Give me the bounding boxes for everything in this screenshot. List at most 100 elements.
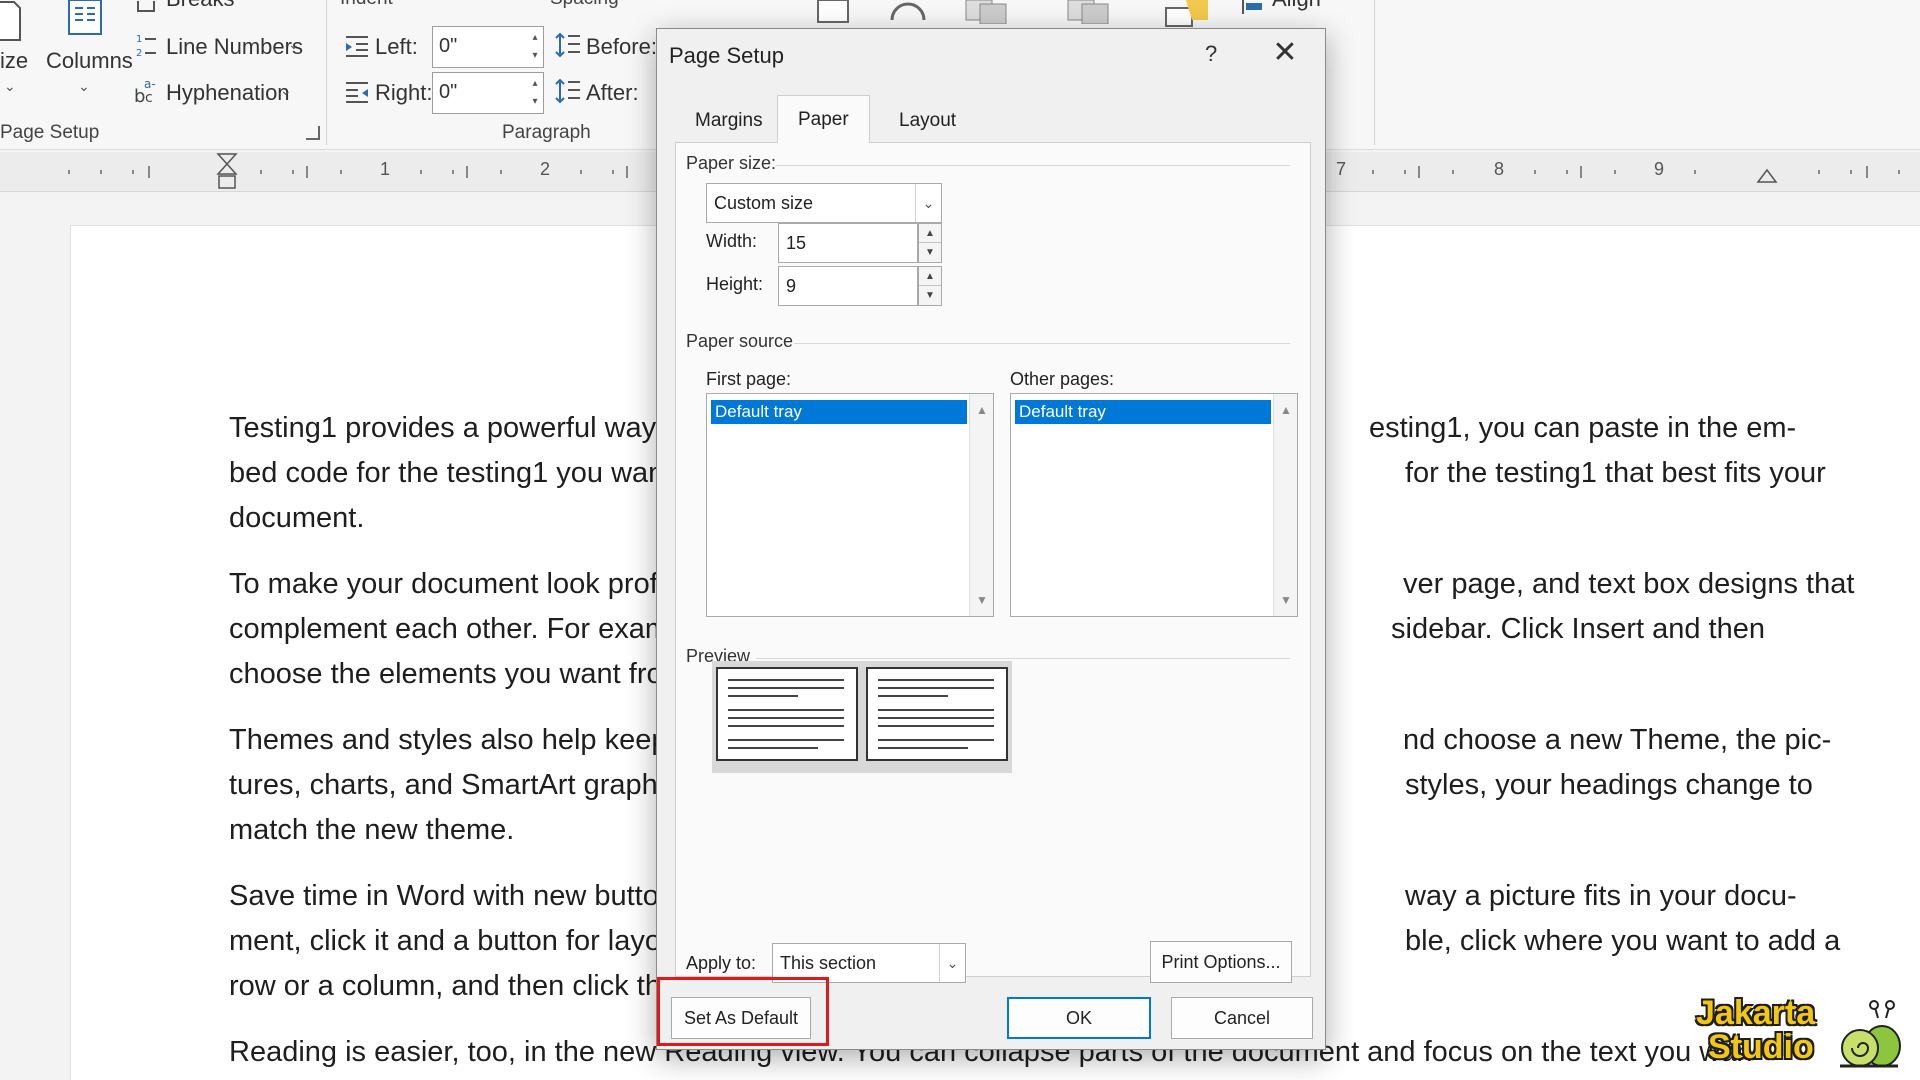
page-setup-dialog[interactable]: Page Setup ? ✕ Margins Paper Layout Pape…: [656, 28, 1326, 1050]
line-numbers-icon: 12: [136, 32, 158, 65]
indent-right-icon: [344, 80, 370, 109]
right-indent-marker-icon[interactable]: [1756, 168, 1778, 189]
chevron-down-icon[interactable]: ⌄: [915, 184, 941, 222]
line-numbers-button[interactable]: Line Numbers: [166, 34, 303, 60]
dialog-tabs: Margins Paper Layout: [675, 95, 1311, 144]
preview-line: [728, 725, 844, 727]
indent-right-spinner[interactable]: ▴ ▾: [528, 75, 542, 111]
ruler-tick: [1566, 170, 1568, 174]
chevron-down-icon[interactable]: ⌄: [939, 944, 965, 982]
ruler-number: 8: [1494, 159, 1505, 179]
paper-size-select[interactable]: Custom size ⌄: [706, 183, 942, 223]
preview-line: [728, 739, 844, 741]
ruler-number: 9: [1654, 159, 1665, 179]
height-label: Height:: [706, 274, 764, 294]
scroll-up-icon[interactable]: ▲: [1274, 398, 1298, 422]
spacing-before-icon: [555, 32, 581, 65]
ruler-number: 2: [540, 159, 551, 179]
indent-left-label: Left:: [375, 34, 418, 59]
indent-left-icon: [344, 34, 370, 63]
preview-line: [878, 725, 994, 727]
first-page-list[interactable]: Default tray ▲ ▼: [706, 393, 994, 617]
scroll-down-icon[interactable]: ▼: [1274, 588, 1298, 612]
width-stepper[interactable]: ▲ ▼: [918, 223, 942, 263]
size-icon[interactable]: [0, 0, 22, 47]
close-icon[interactable]: ✕: [1267, 35, 1303, 71]
page-setup-dialog-launcher[interactable]: [306, 126, 320, 140]
text-segment: nd choose a new Theme, the pic-: [1403, 724, 1832, 756]
other-pages-label: Other pages:: [1010, 369, 1115, 389]
wrap-text-icon[interactable]: [888, 0, 928, 29]
scroll-down-icon[interactable]: ▼: [970, 588, 994, 612]
ruler-tick: [500, 170, 502, 174]
send-backward-icon[interactable]: [1066, 0, 1114, 29]
apply-to-label: Apply to:: [686, 953, 757, 973]
scroll-up-icon[interactable]: ▲: [970, 398, 994, 422]
scrollbar[interactable]: ▲ ▼: [969, 394, 993, 616]
other-pages-list[interactable]: Default tray ▲ ▼: [1010, 393, 1298, 617]
align-button[interactable]: Align: [1272, 0, 1321, 12]
preview-line: [878, 679, 994, 681]
hyphenation-chevron-icon[interactable]: ⌄: [280, 82, 292, 99]
bring-forward-icon[interactable]: [964, 0, 1012, 29]
text-segment: ment, click it and a button for layo: [229, 925, 661, 957]
ruler-tick: [612, 170, 614, 174]
jakarta-studio-watermark: Jakarta Studio: [1690, 994, 1910, 1074]
spin-up-icon[interactable]: ▲: [919, 224, 941, 243]
tab-paper[interactable]: Paper: [777, 95, 870, 144]
hyphenation-button[interactable]: Hyphenation: [166, 80, 290, 106]
paragraph-group-label: Paragraph: [502, 122, 591, 143]
paper-tab-panel: Paper size: Custom size ⌄ Width: 15 ▲ ▼ …: [675, 143, 1311, 983]
size-label[interactable]: ize: [0, 48, 28, 74]
text-segment: ble, click where you want to add a: [1405, 925, 1841, 957]
ruler-tick: [68, 170, 70, 174]
ruler-half-mark: [1866, 166, 1868, 178]
spacing-after-icon: [555, 78, 581, 111]
preview-line: [878, 687, 994, 689]
snail-mascot-icon: [1834, 1000, 1904, 1077]
height-stepper[interactable]: ▲ ▼: [918, 266, 942, 306]
scrollbar[interactable]: ▲ ▼: [1273, 394, 1297, 616]
highlight-annotation: [657, 977, 829, 1046]
spin-down-icon[interactable]: ▼: [919, 286, 941, 305]
hyphenation-icon: b c a-: [134, 76, 162, 111]
list-item[interactable]: Default tray: [711, 400, 967, 424]
height-field[interactable]: 9: [778, 266, 918, 306]
ruler-tick: [1614, 170, 1616, 174]
columns-icon[interactable]: [68, 0, 102, 41]
size-chevron-icon[interactable]: ⌄: [4, 78, 16, 95]
spin-down-icon[interactable]: ▼: [919, 243, 941, 262]
preview-line: [728, 747, 818, 749]
breaks-button[interactable]: Breaks: [166, 0, 234, 12]
indent-marker-icon[interactable]: [216, 152, 240, 199]
columns-label[interactable]: Columns: [46, 48, 133, 74]
align-icon[interactable]: [1240, 0, 1266, 21]
ok-button[interactable]: OK: [1007, 997, 1151, 1039]
ruler-tick: [100, 170, 102, 174]
print-options-button[interactable]: Print Options...: [1150, 941, 1292, 983]
spin-up-icon[interactable]: ▲: [919, 267, 941, 286]
preview-line: [878, 695, 948, 697]
indent-left-spinner[interactable]: ▴ ▾: [528, 29, 542, 65]
preview-line: [728, 679, 844, 681]
page-preview: [712, 661, 1012, 773]
ruler-tick: [1372, 170, 1374, 174]
ruler-tick: [1404, 170, 1406, 174]
width-label: Width:: [706, 231, 758, 251]
list-item[interactable]: Default tray: [1015, 400, 1271, 424]
cancel-button[interactable]: Cancel: [1171, 997, 1313, 1039]
preview-line: [728, 709, 844, 711]
ruler-tick: [580, 170, 582, 174]
columns-chevron-icon[interactable]: ⌄: [78, 78, 90, 95]
position-icon[interactable]: [816, 0, 852, 29]
help-button[interactable]: ?: [1205, 41, 1217, 67]
width-field[interactable]: 15: [778, 223, 918, 263]
line-numbers-chevron-icon[interactable]: ⌄: [288, 36, 300, 53]
ruler-tick: [1452, 170, 1454, 174]
tab-margins[interactable]: Margins: [675, 99, 783, 143]
tab-layout[interactable]: Layout: [879, 99, 976, 143]
ruler-tick: [132, 170, 134, 174]
ruler-half-mark: [148, 166, 150, 178]
section-divider: [794, 343, 1290, 344]
svg-text:c: c: [145, 90, 153, 106]
